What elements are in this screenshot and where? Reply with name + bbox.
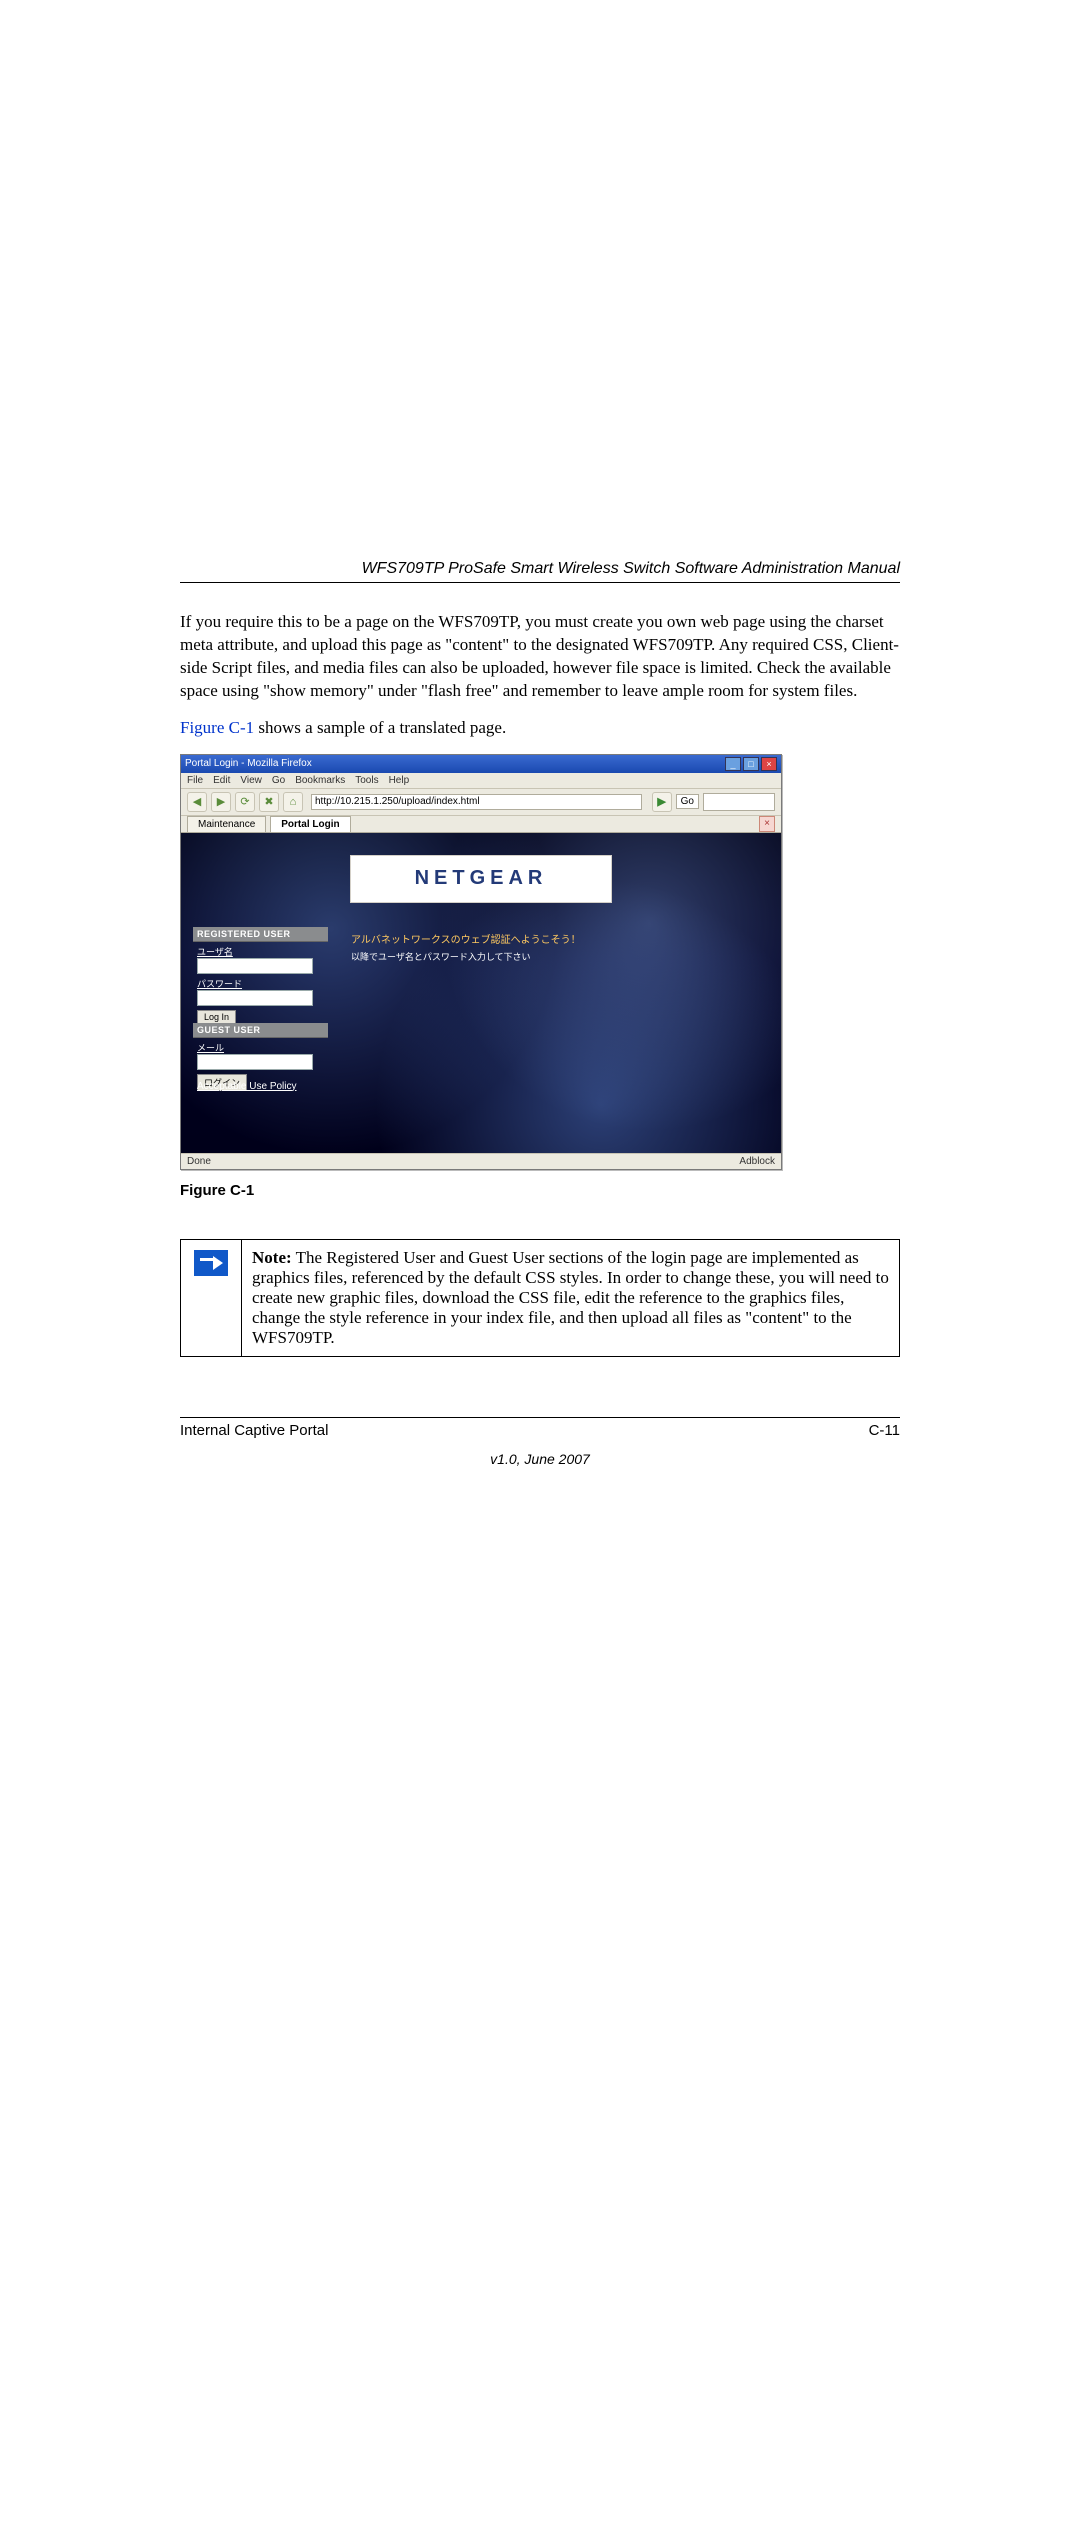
- note-icon-cell: [181, 1239, 242, 1356]
- body-paragraph-2-rest: shows a sample of a translated page.: [254, 718, 506, 737]
- registered-user-header: REGISTERED USER: [193, 927, 328, 942]
- registered-user-panel: REGISTERED USER ユーザ名 パスワード Log In: [193, 927, 328, 1024]
- page-viewport: NETGEAR アルバネットワークスのウェブ認証へようこそう！ 以降でユーザ名と…: [181, 833, 781, 1153]
- email-label: メール: [197, 1041, 328, 1054]
- netgear-logo: NETGEAR: [350, 855, 612, 903]
- home-icon[interactable]: ⌂: [283, 792, 303, 812]
- acceptable-use-policy-link[interactable]: Acceptable Use Policy: [197, 1081, 297, 1092]
- welcome-line-1: アルバネットワークスのウェブ認証へようこそう！: [351, 935, 581, 946]
- menu-edit[interactable]: Edit: [213, 775, 230, 786]
- note-arrow-icon: [194, 1250, 228, 1276]
- go-button[interactable]: Go: [676, 794, 699, 809]
- menu-tools[interactable]: Tools: [355, 775, 378, 786]
- reload-icon[interactable]: ⟳: [235, 792, 255, 812]
- search-box[interactable]: [703, 793, 775, 811]
- body-paragraph-1: If you require this to be a page on the …: [180, 611, 900, 703]
- welcome-text: アルバネットワークスのウェブ認証へようこそう！ 以降でユーザ名とパスワード入力し…: [351, 931, 581, 963]
- tab-portal-login[interactable]: Portal Login: [270, 816, 350, 832]
- tab-maintenance[interactable]: Maintenance: [187, 816, 266, 832]
- running-header: WFS709TP ProSafe Smart Wireless Switch S…: [180, 560, 900, 583]
- maximize-button[interactable]: □: [743, 757, 759, 771]
- window-titlebar: Portal Login - Mozilla Firefox _ □ ×: [181, 755, 781, 773]
- login-button[interactable]: Log In: [197, 1010, 236, 1024]
- note-text: Note: The Registered User and Guest User…: [242, 1239, 900, 1356]
- welcome-line-2: 以降でユーザ名とパスワード入力して下さい: [351, 950, 581, 963]
- figure-c1: Portal Login - Mozilla Firefox _ □ × Fil…: [180, 754, 900, 1199]
- page-footer: Internal Captive Portal C-11: [180, 1417, 900, 1439]
- window-buttons: _ □ ×: [725, 757, 777, 771]
- username-input[interactable]: [197, 958, 313, 974]
- tab-close-icon[interactable]: ×: [759, 816, 775, 832]
- stop-icon[interactable]: ✖: [259, 792, 279, 812]
- address-bar: [311, 794, 642, 810]
- toolbar: ◀ ▶ ⟳ ✖ ⌂ ▶ Go: [181, 789, 781, 816]
- username-label: ユーザ名: [197, 945, 328, 958]
- footer-right: C-11: [869, 1422, 900, 1439]
- status-right: Adblock: [739, 1156, 775, 1167]
- menu-help[interactable]: Help: [389, 775, 410, 786]
- password-label: パスワード: [197, 977, 328, 990]
- menu-bookmarks[interactable]: Bookmarks: [295, 775, 345, 786]
- url-input[interactable]: [311, 794, 642, 810]
- note-body: The Registered User and Guest User secti…: [252, 1248, 889, 1347]
- note-box: Note: The Registered User and Guest User…: [180, 1239, 900, 1357]
- note-label: Note:: [252, 1248, 292, 1267]
- password-input[interactable]: [197, 990, 313, 1006]
- tab-strip: Maintenance Portal Login ×: [181, 816, 781, 833]
- menu-bar: File Edit View Go Bookmarks Tools Help: [181, 773, 781, 789]
- forward-icon[interactable]: ▶: [211, 792, 231, 812]
- status-bar: Done Adblock: [181, 1153, 781, 1169]
- back-icon[interactable]: ◀: [187, 792, 207, 812]
- go-icon[interactable]: ▶: [652, 792, 672, 812]
- menu-view[interactable]: View: [240, 775, 262, 786]
- figure-caption: Figure C-1: [180, 1182, 900, 1199]
- status-left: Done: [187, 1156, 211, 1167]
- close-button[interactable]: ×: [761, 757, 777, 771]
- browser-window: Portal Login - Mozilla Firefox _ □ × Fil…: [180, 754, 782, 1170]
- menu-go[interactable]: Go: [272, 775, 285, 786]
- email-input[interactable]: [197, 1054, 313, 1070]
- body-paragraph-2: Figure C-1 shows a sample of a translate…: [180, 717, 900, 740]
- guest-user-header: GUEST USER: [193, 1023, 328, 1038]
- minimize-button[interactable]: _: [725, 757, 741, 771]
- menu-file[interactable]: File: [187, 775, 203, 786]
- footer-left: Internal Captive Portal: [180, 1422, 328, 1439]
- window-title: Portal Login - Mozilla Firefox: [185, 758, 312, 769]
- footer-version: v1.0, June 2007: [180, 1451, 900, 1467]
- figure-reference-link[interactable]: Figure C-1: [180, 718, 254, 737]
